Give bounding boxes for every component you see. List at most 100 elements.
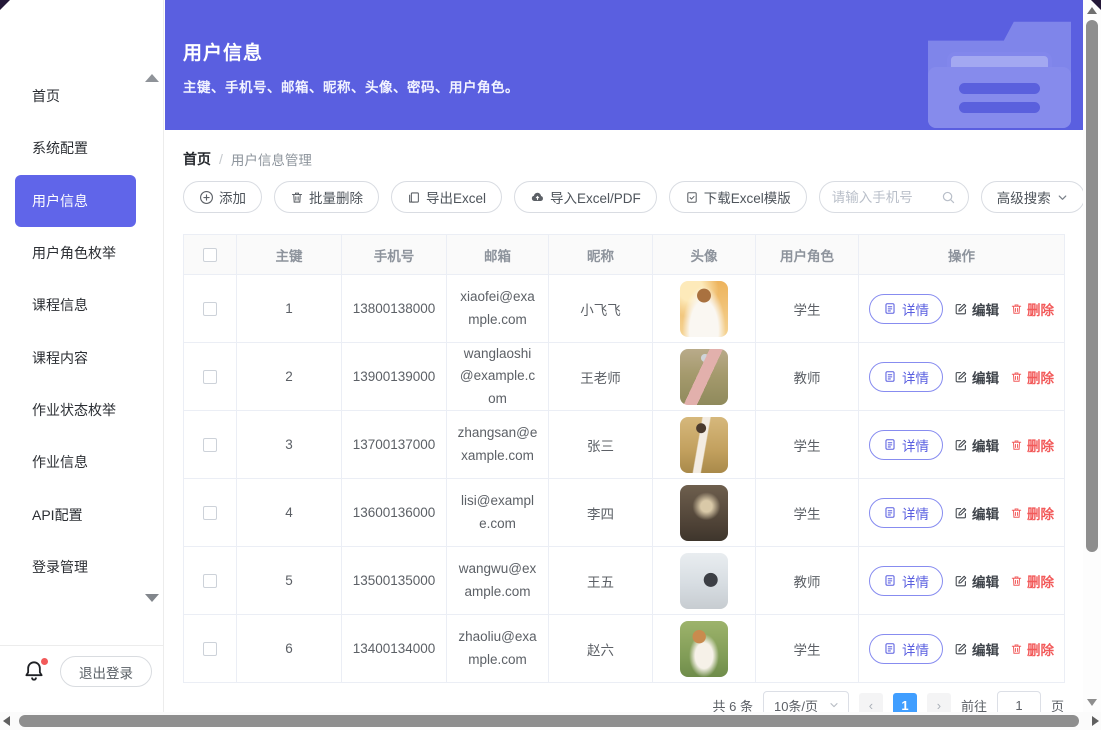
document-lines-icon xyxy=(883,437,897,452)
scroll-up-arrow-icon[interactable] xyxy=(1087,7,1097,14)
scroll-left-arrow-icon[interactable] xyxy=(3,716,10,726)
batch-delete-button[interactable]: 批量删除 xyxy=(274,181,379,213)
edit-button[interactable]: 编辑 xyxy=(954,503,999,523)
sidebar-scroll-down-icon[interactable] xyxy=(145,594,159,602)
cell-primary-key: 3 xyxy=(237,411,342,479)
cell-email: xiaofei@example.com xyxy=(447,275,549,343)
detail-button[interactable]: 详情 xyxy=(869,498,943,528)
detail-button[interactable]: 详情 xyxy=(869,294,943,324)
import-excel-button[interactable]: 导入Excel/PDF xyxy=(514,181,657,213)
column-header: 昵称 xyxy=(549,235,653,275)
row-checkbox[interactable] xyxy=(203,642,217,656)
sidebar-item-login-management[interactable]: 登录管理 xyxy=(15,541,136,593)
sidebar-item-homework-info[interactable]: 作业信息 xyxy=(15,436,136,488)
breadcrumb-home[interactable]: 首页 xyxy=(183,149,211,169)
sidebar-item-homework-status-enum[interactable]: 作业状态枚举 xyxy=(15,384,136,436)
row-checkbox[interactable] xyxy=(203,438,217,452)
edit-icon xyxy=(954,438,968,452)
scroll-down-arrow-icon[interactable] xyxy=(1087,699,1097,706)
edit-button[interactable]: 编辑 xyxy=(954,435,999,455)
delete-button[interactable]: 删除 xyxy=(1010,571,1054,591)
cell-role: 学生 xyxy=(756,479,859,547)
row-actions: 详情 编辑 删除 xyxy=(859,430,1064,460)
sidebar-item-system-config[interactable]: 系统配置 xyxy=(15,122,136,174)
delete-button[interactable]: 删除 xyxy=(1010,299,1054,319)
detail-button[interactable]: 详情 xyxy=(869,566,943,596)
edit-button[interactable]: 编辑 xyxy=(954,571,999,591)
detail-button[interactable]: 详情 xyxy=(869,634,943,664)
notification-bell-icon[interactable] xyxy=(22,658,48,686)
cell-primary-key: 5 xyxy=(237,547,342,615)
chevron-down-icon xyxy=(828,699,840,711)
document-lines-icon xyxy=(883,369,897,384)
sidebar-item-course-content[interactable]: 课程内容 xyxy=(15,331,136,383)
avatar-image xyxy=(680,281,728,337)
cell-phone: 13500135000 xyxy=(342,547,447,615)
search-input[interactable] xyxy=(832,190,935,205)
row-checkbox[interactable] xyxy=(203,370,217,384)
cell-phone: 13800138000 xyxy=(342,275,447,343)
row-actions: 详情 编辑 删除 xyxy=(859,362,1064,392)
page-subtitle: 主键、手机号、邮箱、昵称、头像、密码、用户角色。 xyxy=(183,76,519,96)
edit-button[interactable]: 编辑 xyxy=(954,639,999,659)
search-icon[interactable] xyxy=(941,190,956,205)
table-row: 6 13400134000 zhaoliu@example.com 赵六 学生 … xyxy=(184,615,1065,683)
row-checkbox[interactable] xyxy=(203,574,217,588)
sidebar-item-api-config[interactable]: API配置 xyxy=(15,488,136,540)
breadcrumb: 首页 / 用户信息管理 xyxy=(183,149,312,169)
detail-button[interactable]: 详情 xyxy=(869,430,943,460)
export-excel-button[interactable]: 导出Excel xyxy=(391,181,502,213)
avatar-image xyxy=(680,349,728,405)
delete-button[interactable]: 删除 xyxy=(1010,639,1054,659)
column-header: 用户角色 xyxy=(756,235,859,275)
advanced-search-button[interactable]: 高级搜索 xyxy=(981,181,1085,213)
cell-nickname: 小飞飞 xyxy=(549,275,653,343)
row-checkbox[interactable] xyxy=(203,302,217,316)
table-body: 1 13800138000 xiaofei@example.com 小飞飞 学生… xyxy=(184,275,1065,683)
cell-role: 教师 xyxy=(756,547,859,615)
download-template-button[interactable]: 下载Excel模版 xyxy=(669,181,807,213)
document-lines-icon xyxy=(883,641,897,656)
breadcrumb-current: 用户信息管理 xyxy=(231,149,312,169)
sidebar-item-user-role-enum[interactable]: 用户角色枚举 xyxy=(15,227,136,279)
delete-button[interactable]: 删除 xyxy=(1010,435,1054,455)
main-content: 首页 / 用户信息管理 添加 批量删除 导出Excel 导入Excel/PDF xyxy=(165,130,1083,712)
select-all-checkbox[interactable] xyxy=(203,248,217,262)
table-row: 4 13600136000 lisi@example.com 李四 学生 详情 … xyxy=(184,479,1065,547)
trash-icon xyxy=(1010,438,1023,452)
sidebar-footer: 退出登录 xyxy=(0,645,163,712)
avatar-image xyxy=(680,417,728,473)
logout-button[interactable]: 退出登录 xyxy=(60,656,152,687)
row-actions: 详情 编辑 删除 xyxy=(859,294,1064,324)
cell-nickname: 赵六 xyxy=(549,615,653,683)
vertical-scrollbar xyxy=(1083,0,1101,712)
page-banner: 用户信息 主键、手机号、邮箱、昵称、头像、密码、用户角色。 xyxy=(165,0,1083,130)
cell-phone: 13900139000 xyxy=(342,343,447,411)
column-header: 邮箱 xyxy=(447,235,549,275)
cell-email: lisi@example.com xyxy=(447,479,549,547)
delete-button[interactable]: 删除 xyxy=(1010,367,1054,387)
avatar-image xyxy=(680,621,728,677)
add-button[interactable]: 添加 xyxy=(183,181,262,213)
document-copy-icon xyxy=(407,190,421,205)
sidebar-item-course-info[interactable]: 课程信息 xyxy=(15,279,136,331)
cell-email: wanglaoshi@example.com xyxy=(447,343,549,411)
edit-icon xyxy=(954,642,968,656)
sidebar-item-home[interactable]: 首页 xyxy=(15,70,136,122)
detail-button[interactable]: 详情 xyxy=(869,362,943,392)
user-table: 主键手机号邮箱昵称头像用户角色操作 1 13800138000 xiaofei@… xyxy=(183,234,1065,683)
app-window: 首页 系统配置 用户信息 用户角色枚举 课程信息 课程内容 作业状态枚举 作业信… xyxy=(0,0,1101,730)
scroll-right-arrow-icon[interactable] xyxy=(1092,716,1099,726)
cell-nickname: 李四 xyxy=(549,479,653,547)
row-checkbox[interactable] xyxy=(203,506,217,520)
edit-button[interactable]: 编辑 xyxy=(954,299,999,319)
cell-primary-key: 1 xyxy=(237,275,342,343)
sidebar-item-user-info[interactable]: 用户信息 xyxy=(15,175,136,227)
delete-button[interactable]: 删除 xyxy=(1010,503,1054,523)
horizontal-scrollbar-thumb[interactable] xyxy=(19,715,1079,727)
sidebar: 首页 系统配置 用户信息 用户角色枚举 课程信息 课程内容 作业状态枚举 作业信… xyxy=(0,0,164,712)
edit-button[interactable]: 编辑 xyxy=(954,367,999,387)
toolbar: 添加 批量删除 导出Excel 导入Excel/PDF 下载Excel模版 xyxy=(183,181,1065,213)
document-lines-icon xyxy=(883,301,897,316)
vertical-scrollbar-thumb[interactable] xyxy=(1086,20,1098,552)
